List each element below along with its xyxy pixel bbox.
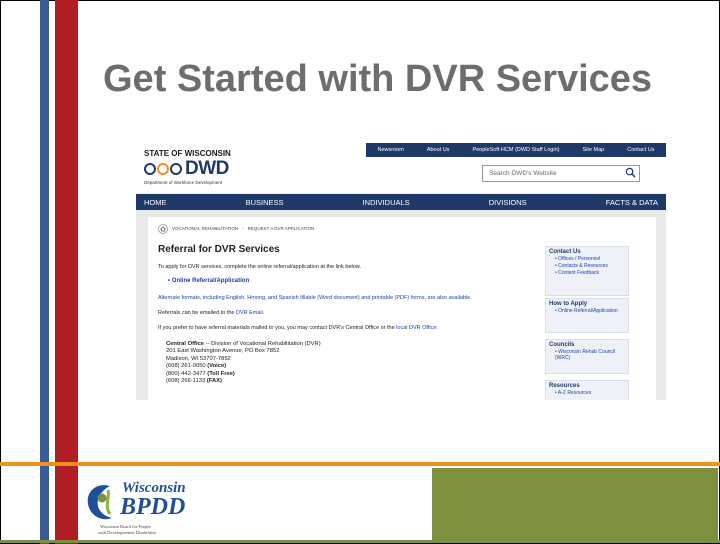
sidebar-link[interactable]: • Online Referral/Application [546, 308, 628, 315]
local-office-link[interactable]: local DVR Office: [396, 325, 438, 331]
email-label: Referrals can be emailed to the [158, 310, 235, 316]
logo-subtitle-1: Wisconsin Board for People [100, 524, 151, 529]
search-placeholder: Search DWD's Website [489, 170, 557, 177]
online-application-link[interactable]: • Online Referral/Application [168, 278, 249, 284]
link-label[interactable]: Offices / Personnel [558, 256, 600, 262]
bottom-rule [0, 540, 720, 543]
link-label[interactable]: Online Referral/Application [172, 278, 249, 284]
breadcrumb-item[interactable]: VOCATIONAL REHABILITATION [172, 226, 238, 231]
logo-circle-icon [157, 163, 169, 175]
email-text: Referrals can be emailed to the DVR Emai… [158, 310, 264, 316]
sidebar-contact: Contact Us • Offices / Personnel • Conta… [545, 246, 629, 296]
top-nav: Newsroom About Us PeopleSoft HCM (DWD St… [366, 143, 666, 157]
breadcrumb-item: REQUEST A DVR APPLICATION [247, 226, 315, 231]
sidebar-heading: Contact Us [549, 249, 581, 255]
office-line: Central Office -- Division of Vocational… [166, 341, 321, 348]
sidebar-resources: Resources • A-Z Resources [545, 380, 629, 400]
search-input[interactable]: Search DWD's Website [482, 165, 640, 182]
intro-text: To apply for DVR services, complete the … [158, 264, 361, 270]
chevron-right-icon: › [242, 226, 244, 231]
logo-subtitle-2: with Developmental Disabilities [98, 530, 156, 535]
link-label[interactable]: Contacts & Resources [558, 263, 608, 269]
search-icon[interactable] [625, 167, 636, 178]
phone-type: (FAX) [206, 378, 222, 385]
top-nav-contact[interactable]: Contact Us [627, 147, 654, 153]
office-phone-fax: (608) 266-1133 (FAX) [166, 378, 321, 385]
office-address-1: 201 East Washington Avenue, PO Box 7852 [166, 348, 280, 355]
sidebar-heading: Resources [549, 383, 580, 389]
logo-swoosh-icon [105, 489, 112, 515]
sidebar-heading: How to Apply [549, 301, 588, 307]
sidebar-link[interactable]: • Offices / Personnel [546, 256, 628, 263]
logo-bpdd: BPDD [119, 494, 185, 520]
link-label[interactable]: Wisconsin Rehab Council (WRC) [555, 349, 615, 361]
central-office-address: Central Office -- Division of Vocational… [166, 341, 321, 385]
sidebar-apply: How to Apply • Online Referral/Applicati… [545, 298, 629, 333]
top-nav-peoplesoft[interactable]: PeopleSoft HCM (DWD Staff Login) [472, 147, 559, 153]
office-address-2: Madison, WI 53707-7852 [166, 355, 231, 362]
site-header: STATE OF WISCONSIN DWD Department of Wor… [136, 143, 666, 193]
sidebar-heading: Councils [549, 342, 575, 348]
logo-text: DWD [185, 158, 229, 179]
office-name: Central Office [166, 341, 205, 347]
logo-head-icon [97, 493, 107, 503]
sidebar-councils: Councils • Wisconsin Rehab Council (WRC) [545, 339, 629, 374]
logo-circle-icon [144, 163, 156, 175]
nav-facts-data[interactable]: FACTS & DATA [606, 198, 658, 207]
breadcrumb: VOCATIONAL REHABILITATION › REQUEST A DV… [158, 222, 314, 235]
footer-divider [0, 462, 720, 466]
mail-text: If you prefer to have referral materials… [158, 325, 438, 331]
dwd-logo[interactable]: DWD [144, 158, 229, 180]
nav-divisions[interactable]: DIVISIONS [489, 198, 527, 207]
phone-number: (800) 442-3477 [166, 370, 208, 377]
alternate-formats-link[interactable]: Alternate formats, including English, Hm… [158, 295, 472, 301]
home-icon[interactable] [158, 223, 168, 234]
phone-number: (608) 266-1133 [166, 378, 207, 385]
department-name: Department of Workforce Development [144, 180, 222, 185]
page-title: Referral for DVR Services [158, 244, 280, 255]
sidebar-link[interactable]: • Contacts & Resources [546, 263, 628, 270]
office-division: -- Division of Vocational Rehabilitation… [204, 341, 321, 347]
phone-number: (608) 261-0050 [166, 363, 208, 370]
top-nav-about[interactable]: About Us [427, 147, 450, 153]
mail-label: If you prefer to have referral materials… [158, 325, 395, 331]
link-label[interactable]: Content Feedback [558, 270, 599, 276]
office-phone-tollfree: (800) 442-3477 (Toll Free) [166, 371, 321, 378]
phone-type: (Voice) [207, 363, 227, 370]
sidebar-link[interactable]: • Content Feedback [546, 270, 628, 277]
phone-type: (Toll Free) [207, 370, 235, 377]
link-label[interactable]: A-Z Resources [558, 390, 591, 396]
slide-title: Get Started with DVR Services [103, 58, 653, 100]
bpdd-logo: Wisconsin BPDD Wisconsin Board for Peopl… [87, 480, 186, 535]
nav-home[interactable]: HOME [144, 198, 167, 207]
state-label: STATE OF WISCONSIN [144, 149, 231, 158]
logo-circle-icon [170, 163, 182, 175]
link-label[interactable]: Online Referral/Application [558, 308, 617, 314]
dvr-email-link[interactable]: DVR Email. [236, 310, 264, 316]
top-nav-newsroom[interactable]: Newsroom [378, 147, 404, 153]
nav-individuals[interactable]: INDIVIDUALS [363, 198, 410, 207]
sidebar-link[interactable]: • Wisconsin Rehab Council (WRC) [546, 349, 628, 362]
main-nav: HOME BUSINESS INDIVIDUALS DIVISIONS FACT… [136, 194, 666, 210]
sidebar-link[interactable]: • A-Z Resources [546, 390, 628, 397]
website-screenshot: STATE OF WISCONSIN DWD Department of Wor… [136, 143, 666, 400]
page-content: VOCATIONAL REHABILITATION › REQUEST A DV… [148, 217, 656, 400]
top-nav-sitemap[interactable]: Site Map [582, 147, 604, 153]
nav-business[interactable]: BUSINESS [246, 198, 284, 207]
footer-green-block [432, 468, 718, 542]
office-phone-voice: (608) 261-0050 (Voice) [166, 363, 321, 370]
